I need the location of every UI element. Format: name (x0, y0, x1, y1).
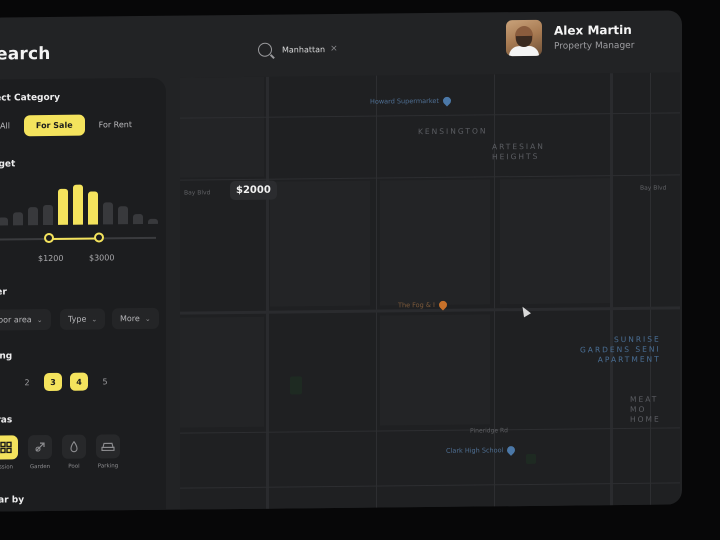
histogram-bar (58, 188, 68, 225)
budget-min-label: $1200 (38, 253, 64, 264)
histogram-bar (43, 204, 53, 226)
budget-slider-track[interactable] (0, 236, 156, 241)
map-area-label: SUNRISE GARDENS SENI APARTMENT (580, 334, 661, 365)
budget-title: dget (0, 159, 16, 170)
rating-title: ting (0, 351, 13, 362)
search-chip[interactable]: Manhattan × (282, 44, 338, 55)
rating-option[interactable]: 3 (44, 372, 62, 392)
rating-option[interactable]: 2 (18, 373, 36, 391)
extra-option[interactable]: Parking (96, 434, 120, 469)
user-name: Alex Martin (554, 22, 632, 38)
extra-label: Garden (29, 463, 51, 471)
histogram-bar (103, 202, 113, 225)
nearby-title: ear by (0, 495, 25, 506)
budget-max-label: $3000 (89, 253, 115, 263)
extra-label: Pool (68, 463, 80, 470)
histogram-bar (13, 212, 23, 226)
street-label: Bay Blvd (640, 184, 667, 192)
extra-option[interactable]: Garden (28, 434, 52, 471)
histogram-bar (148, 218, 158, 224)
avatar[interactable] (506, 19, 542, 57)
map-area-label: ARTESIAN HEIGHTS (492, 141, 545, 162)
rating-selector: 2 3 4 5 (0, 372, 114, 392)
floor-area-label: loor area (0, 315, 32, 325)
search-bar[interactable]: Manhattan × (250, 30, 490, 67)
user-role: Property Manager (554, 40, 635, 52)
map-area-label: MEAT MO HOME (630, 394, 661, 424)
street-label: Bay Blvd (184, 189, 211, 197)
chevron-down-icon: ⌄ (144, 314, 151, 323)
mouse-cursor-icon (519, 304, 531, 318)
histogram-bar (73, 184, 83, 225)
price-marker[interactable]: $2000 (230, 180, 277, 201)
histogram-bar (118, 206, 128, 225)
tab-for-sale[interactable]: For Sale (23, 114, 85, 137)
location-pin-icon (437, 299, 449, 311)
category-title: lect Category (0, 92, 60, 104)
map-poi[interactable]: Howard Supermarket (370, 95, 453, 107)
type-dropdown[interactable]: Type ⌄ (60, 308, 106, 330)
chip-close-icon[interactable]: × (330, 44, 338, 54)
map-poi[interactable]: Clark High School (446, 444, 518, 456)
histogram-bar (0, 217, 8, 226)
grid-icon (0, 435, 18, 460)
map-poi[interactable]: The Fog & I (398, 299, 449, 311)
budget-histogram (0, 182, 158, 226)
histogram-bar (133, 214, 143, 225)
extra-option[interactable]: Pool (62, 434, 86, 470)
chevron-down-icon: ⌄ (91, 314, 98, 324)
poi-label: Howard Supermarket (370, 96, 439, 106)
extra-label: ssion (0, 464, 14, 471)
extra-label: Parking (97, 463, 119, 470)
histogram-bar (88, 191, 98, 225)
extras-list: ssion Garden Pool Parking (0, 434, 120, 471)
budget-max-handle[interactable] (94, 232, 104, 243)
more-dropdown[interactable]: More ⌄ (112, 307, 159, 330)
type-label: Type (68, 314, 87, 324)
street-label: Pineridge Rd (470, 427, 508, 435)
filter-title: ter (0, 287, 7, 298)
page-title: earch (0, 43, 51, 65)
pool-icon (62, 434, 86, 459)
app-window: earch Manhattan × Alex Martin Property M… (0, 10, 682, 512)
tab-for-rent[interactable]: For Rent (91, 114, 140, 136)
map-area-label: KENSINGTON (418, 126, 488, 137)
search-chip-label: Manhattan (282, 44, 326, 55)
poi-label: Clark High School (446, 446, 504, 455)
category-tabs: All For Sale For Rent (0, 114, 140, 137)
rating-option[interactable] (0, 373, 10, 391)
chevron-down-icon: ⌄ (36, 315, 43, 324)
extras-title: tras (0, 415, 13, 426)
user-profile[interactable]: Alex Martin Property Manager (506, 19, 635, 57)
budget-min-handle[interactable] (44, 232, 54, 244)
histogram-bar (28, 207, 38, 226)
location-pin-icon (505, 444, 518, 456)
extra-option[interactable]: ssion (0, 435, 18, 471)
garden-icon (28, 434, 52, 460)
location-pin-icon (441, 95, 453, 107)
map-view[interactable]: KENSINGTON ARTESIAN HEIGHTS SUNRISE GARD… (180, 72, 680, 512)
search-icon[interactable] (258, 42, 272, 57)
rating-option[interactable]: 5 (96, 372, 114, 390)
poi-label: The Fog & I (398, 300, 435, 310)
rating-option[interactable]: 4 (70, 372, 88, 391)
more-label: More (120, 314, 140, 324)
floor-area-dropdown[interactable]: loor area ⌄ (0, 308, 51, 331)
car-icon (96, 434, 120, 459)
filter-sidebar: lect Category All For Sale For Rent dget… (0, 77, 166, 512)
tab-all[interactable]: All (0, 115, 18, 136)
